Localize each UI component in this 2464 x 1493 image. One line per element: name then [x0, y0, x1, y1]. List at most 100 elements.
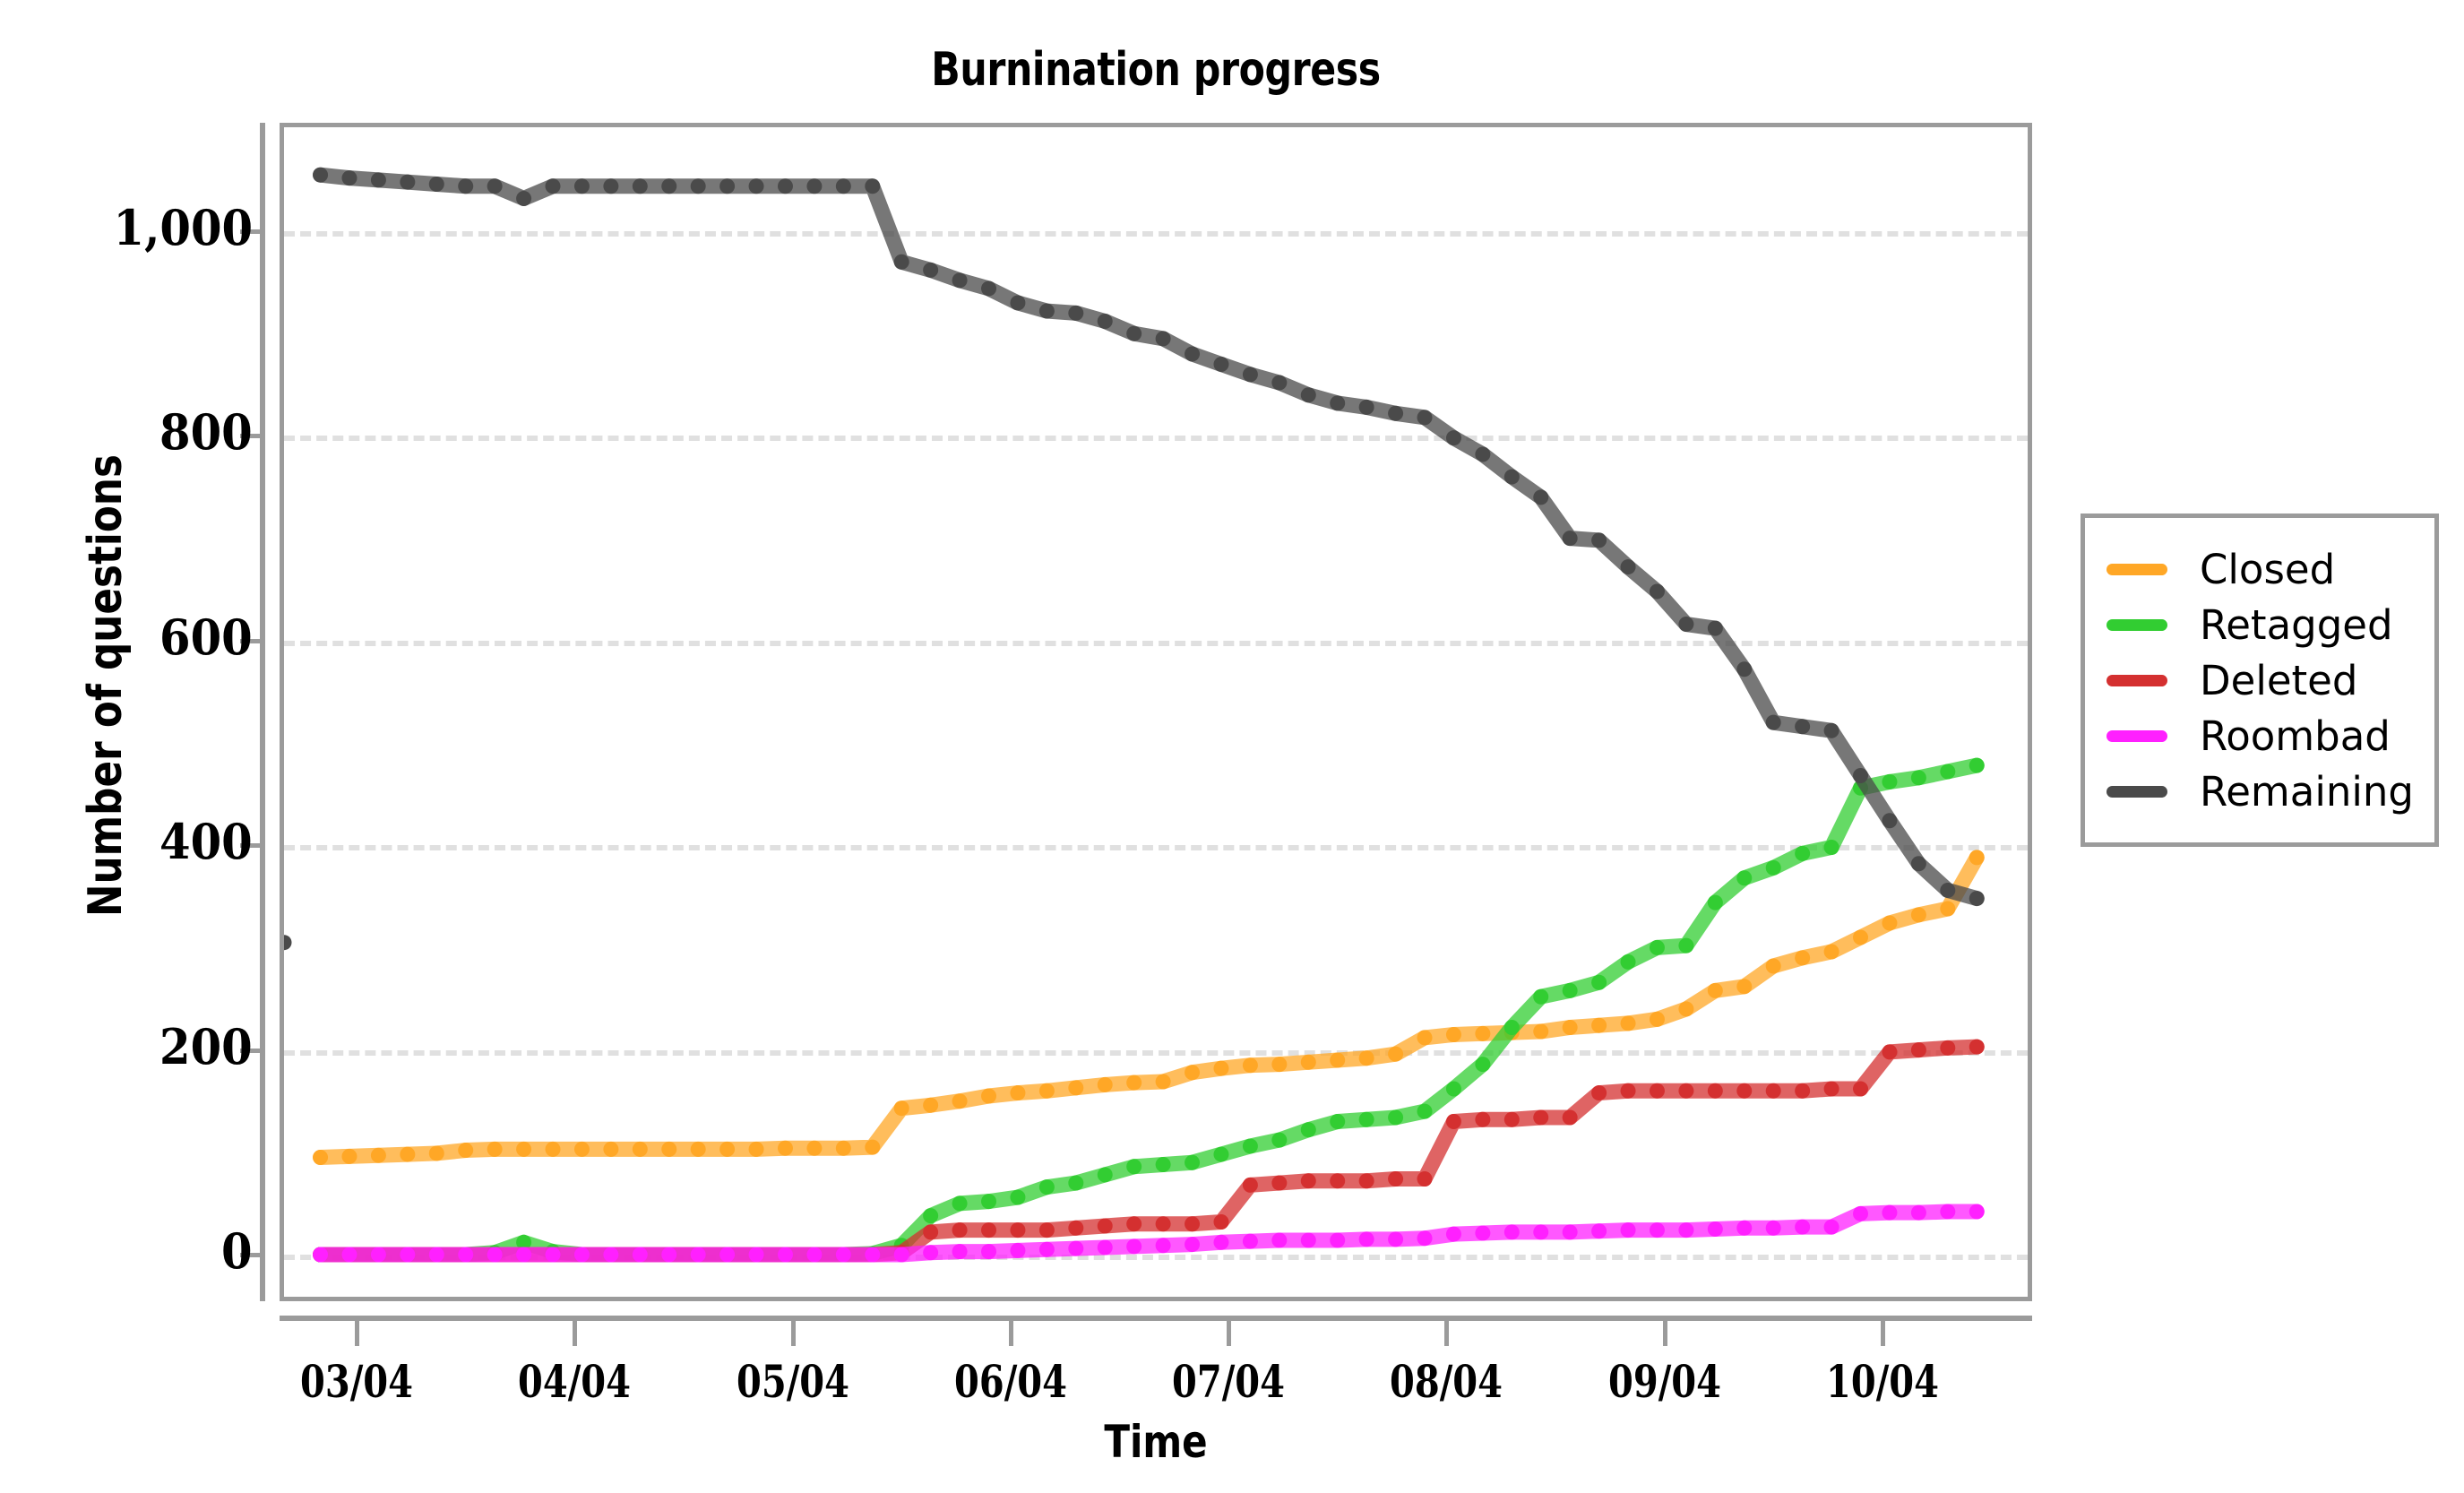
series-marker: [1300, 1173, 1316, 1189]
legend-swatch-deleted: [2106, 674, 2167, 686]
series-marker: [1068, 305, 1084, 321]
series-marker: [1475, 1111, 1491, 1127]
series-marker: [458, 1247, 474, 1263]
x-tick-mark-0: [355, 1321, 360, 1346]
series-line-retagged: [313, 757, 1985, 1263]
series-marker: [1330, 395, 1346, 411]
series-marker: [952, 1222, 968, 1238]
series-marker: [1503, 1019, 1520, 1035]
x-axis-spine: [280, 1316, 2032, 1321]
series-marker: [748, 1141, 764, 1157]
series-marker: [603, 178, 619, 194]
legend-swatch-roombad: [2106, 729, 2167, 742]
series-marker: [1503, 1111, 1520, 1127]
series-marker: [923, 1245, 939, 1261]
series-marker: [806, 178, 823, 194]
series-marker: [806, 1247, 823, 1263]
series-marker: [487, 178, 503, 194]
series-marker: [1620, 1083, 1636, 1099]
series-marker: [923, 1097, 939, 1113]
series-marker: [1242, 1177, 1258, 1193]
series-marker: [835, 1140, 851, 1156]
series-marker: [1038, 303, 1055, 319]
series-marker: [516, 190, 532, 206]
series-marker: [341, 170, 358, 186]
series-marker: [1068, 1240, 1084, 1256]
series-marker: [1242, 1057, 1258, 1074]
series-marker: [1445, 1226, 1461, 1242]
series-marker: [923, 1224, 939, 1240]
series-marker: [1853, 929, 1869, 945]
series-marker: [1097, 1239, 1113, 1256]
series-marker: [690, 1247, 706, 1263]
legend-item-roombad[interactable]: Roombad: [2085, 708, 2434, 764]
legend-item-remaining[interactable]: Remaining: [2085, 764, 2434, 819]
series-marker: [1475, 1025, 1491, 1041]
series-marker: [1097, 1218, 1113, 1234]
series-marker: [835, 1247, 851, 1263]
series-marker: [458, 1143, 474, 1159]
series-marker: [1736, 1220, 1753, 1236]
series-marker: [1358, 399, 1374, 415]
series-marker: [1707, 982, 1723, 998]
series-marker: [1678, 617, 1694, 633]
series-marker: [952, 1093, 968, 1109]
series-marker: [1417, 1230, 1433, 1247]
series-marker: [1620, 1015, 1636, 1031]
series-marker: [428, 1145, 444, 1161]
series-marker: [1010, 1242, 1026, 1258]
series-marker: [719, 1141, 736, 1157]
series-marker: [1678, 937, 1694, 954]
series-marker: [1475, 1057, 1491, 1073]
series-marker: [1882, 813, 1898, 829]
series-marker: [1795, 719, 1811, 735]
y-tick-label-1000: 1,000: [113, 199, 253, 256]
series-marker: [1765, 958, 1781, 974]
series-marker: [1765, 1083, 1781, 1099]
series-marker: [1475, 446, 1491, 462]
series-marker: [1330, 1232, 1346, 1248]
legend-item-deleted[interactable]: Deleted: [2085, 652, 2434, 708]
series-marker: [1445, 1081, 1461, 1097]
legend-item-closed[interactable]: Closed: [2085, 541, 2434, 597]
series-marker: [1910, 856, 1926, 872]
series-marker: [1417, 1170, 1433, 1187]
legend-swatch-remaining: [2106, 785, 2167, 798]
series-marker: [573, 178, 590, 194]
series-marker: [1736, 1083, 1753, 1099]
series-marker: [1097, 1076, 1113, 1092]
series-marker: [1620, 1222, 1636, 1238]
series-marker: [1126, 325, 1142, 341]
series-marker: [1358, 1111, 1374, 1127]
y-axis-spine: [260, 123, 265, 1301]
series-marker: [1795, 1083, 1811, 1099]
legend-item-retagged[interactable]: Retagged: [2085, 597, 2434, 652]
series-marker: [1795, 845, 1811, 861]
series-marker: [1213, 356, 1229, 372]
series-marker: [923, 262, 939, 278]
series-marker: [1882, 773, 1898, 790]
series-marker: [632, 178, 648, 194]
series-marker: [981, 1244, 997, 1260]
series-marker: [1533, 1224, 1549, 1240]
legend-label: Retagged: [2200, 600, 2393, 649]
y-tick-label-800: 800: [159, 403, 253, 462]
series-marker: [1300, 387, 1316, 403]
series-marker: [1271, 1175, 1288, 1191]
series-marker: [1940, 764, 1956, 780]
series-marker: [1330, 1114, 1346, 1130]
series-marker: [370, 1147, 386, 1163]
legend-label: Roombad: [2200, 712, 2391, 760]
series-marker: [1620, 559, 1636, 575]
series-marker: [1358, 1050, 1374, 1066]
series-marker: [1185, 1237, 1201, 1253]
series-marker: [603, 1247, 619, 1263]
series-marker: [981, 280, 997, 297]
series-marker: [1940, 882, 1956, 898]
series-marker: [516, 1247, 532, 1263]
x-tick-label-5: 08/04: [1390, 1355, 1503, 1408]
series-marker: [1853, 1081, 1869, 1097]
series-marker: [1562, 982, 1578, 998]
series-marker: [1155, 1238, 1171, 1254]
x-tick-mark-2: [790, 1321, 796, 1346]
